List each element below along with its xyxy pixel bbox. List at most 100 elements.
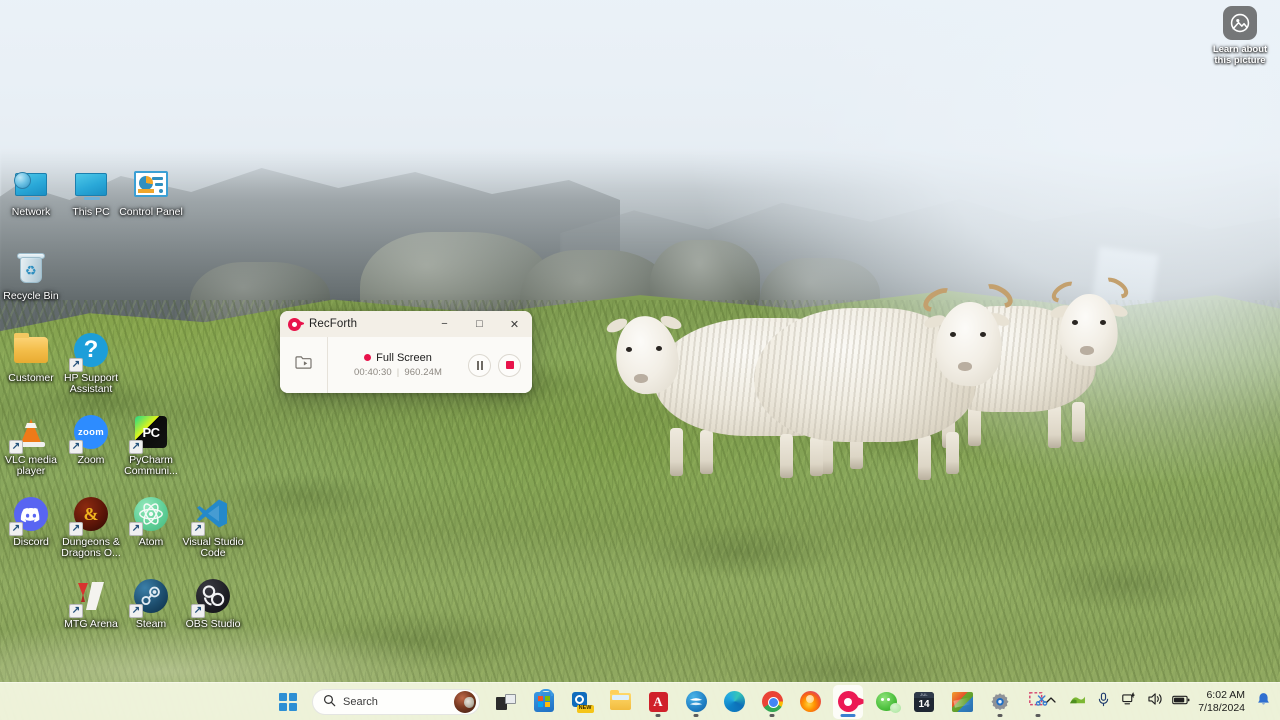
network-tray-icon: [1122, 692, 1137, 711]
discord-icon: [9, 494, 51, 536]
shortcut-arrow-icon: [9, 522, 23, 536]
volume-icon: [1148, 692, 1163, 711]
pycharm-glyph: PC: [142, 424, 160, 440]
recforth-title-bar[interactable]: RecForth − □ ✕: [280, 311, 532, 337]
task-view-icon: [496, 693, 516, 710]
chrome-icon: [761, 691, 783, 712]
active-window-indicator: [840, 714, 856, 717]
desktop-icon-pycharm[interactable]: PC PyCharm Communi...: [112, 412, 190, 477]
search-placeholder: Search: [343, 695, 378, 708]
adobe-acrobat-icon: A: [648, 691, 668, 712]
pause-icon: [476, 360, 483, 370]
volume-tray-button[interactable]: [1142, 687, 1168, 717]
desktop-icon-hp-support-assistant[interactable]: ? HP Support Assistant: [52, 330, 130, 395]
taskbar-item-outlook[interactable]: NEW: [567, 685, 597, 719]
steam-icon: [129, 576, 171, 618]
start-button[interactable]: [270, 685, 306, 719]
maximize-button[interactable]: □: [462, 311, 497, 337]
outlook-new-icon: NEW: [571, 691, 594, 713]
nvidia-tray-button[interactable]: [1064, 687, 1090, 717]
desktop-icon-obs-studio[interactable]: OBS Studio: [174, 576, 252, 630]
picture-info-icon[interactable]: [1223, 6, 1257, 40]
open-recordings-folder-button[interactable]: [280, 337, 328, 393]
stop-icon: [505, 361, 514, 369]
folder-icon: [11, 330, 51, 370]
file-size: 960.24M: [404, 366, 443, 378]
taskbar-item-task-view[interactable]: [491, 685, 521, 719]
close-button[interactable]: ✕: [497, 311, 532, 337]
calendar-icon: JUL 14: [914, 691, 934, 712]
vscode-icon: [191, 494, 233, 536]
window-controls: − □ ✕: [427, 311, 532, 337]
stop-button[interactable]: [498, 353, 521, 377]
show-hidden-icons-button[interactable]: [1038, 687, 1064, 717]
running-indicator: [769, 714, 775, 717]
windows-start-icon: [279, 692, 297, 711]
dnd-icon: &: [69, 494, 111, 536]
open-folder-icon: [295, 355, 312, 375]
shortcut-arrow-icon: [9, 440, 23, 454]
wallpaper-sheep: [752, 279, 1017, 482]
taskbar-item-adobe-acrobat[interactable]: A: [643, 685, 673, 719]
battery-icon: [1172, 693, 1190, 711]
running-indicator: [693, 714, 699, 717]
atom-icon: [129, 494, 171, 536]
network-tray-button[interactable]: [1116, 687, 1142, 717]
blue-app-icon: [685, 691, 707, 712]
taskbar-center-group: Search NEW A JUL 14: [270, 684, 1056, 719]
minimize-button[interactable]: −: [427, 311, 462, 337]
clock-date: 7/18/2024: [1198, 701, 1245, 714]
desktop-icon-label: Recycle Bin: [3, 290, 59, 302]
firefox-icon: [799, 691, 821, 712]
learn-picture-line1: Learn about: [1212, 44, 1268, 55]
taskbar-item-blue-app[interactable]: [681, 685, 711, 719]
taskbar-item-color-app[interactable]: [947, 685, 977, 719]
settings-gear-icon: [990, 691, 1011, 712]
recording-stats: 00:40:30 | 960.24M: [354, 367, 442, 378]
shortcut-arrow-icon: [69, 358, 83, 372]
taskbar-item-settings[interactable]: [985, 685, 1015, 719]
recforth-window[interactable]: RecForth − □ ✕ Full Screen 00:40:30 | 96…: [280, 311, 532, 393]
desktop-icon-control-panel[interactable]: Control Panel: [112, 164, 190, 218]
taskbar-item-recforth[interactable]: [833, 684, 864, 719]
learn-picture-line2: this picture: [1214, 55, 1266, 66]
notification-center-button[interactable]: [1252, 692, 1274, 711]
recording-mode: Full Screen: [364, 352, 432, 364]
recording-indicator-dot: [364, 354, 372, 361]
edge-icon: [723, 691, 745, 712]
taskbar-item-wechat[interactable]: [871, 685, 901, 719]
microphone-icon: [1097, 692, 1110, 712]
network-icon: [11, 164, 51, 204]
taskbar-item-microsoft-store[interactable]: [529, 685, 559, 719]
taskbar-clock[interactable]: 6:02 AM 7/18/2024: [1194, 689, 1252, 715]
taskbar-item-edge[interactable]: [719, 685, 749, 719]
running-indicator: [997, 714, 1003, 717]
taskbar-item-calendar[interactable]: JUL 14: [909, 685, 939, 719]
shortcut-arrow-icon: [129, 440, 143, 454]
elapsed-time: 00:40:30: [353, 366, 392, 378]
battery-tray-button[interactable]: [1168, 687, 1194, 717]
taskbar-item-file-explorer[interactable]: [605, 685, 635, 719]
vlc-icon: [9, 412, 51, 454]
nvidia-icon: [1069, 692, 1086, 711]
stats-separator: |: [396, 366, 400, 378]
search-input[interactable]: Search: [312, 688, 480, 715]
desktop-icon-visual-studio-code[interactable]: Visual Studio Code: [174, 494, 252, 559]
taskbar-item-firefox[interactable]: [795, 685, 825, 719]
pause-button[interactable]: [468, 353, 491, 377]
shortcut-arrow-icon: [129, 604, 143, 618]
pycharm-icon: PC: [129, 412, 171, 454]
taskbar[interactable]: Search NEW A JUL 14 6:02 AM 7/18/2024: [0, 682, 1280, 720]
system-tray: 6:02 AM 7/18/2024: [1038, 683, 1280, 720]
clock-time: 6:02 AM: [1206, 688, 1245, 701]
desktop-icon-label: HP Support Assistant: [63, 372, 119, 395]
obs-studio-icon: [191, 576, 233, 618]
microphone-tray-button[interactable]: [1090, 687, 1116, 717]
taskbar-item-chrome[interactable]: [757, 685, 787, 719]
user-avatar-icon[interactable]: [454, 690, 476, 713]
learn-about-this-picture[interactable]: Learn about this picture: [1206, 6, 1274, 66]
desktop[interactable]: Learn about this picture Network This PC: [0, 0, 1280, 720]
running-indicator: [655, 714, 661, 717]
shortcut-arrow-icon: [69, 440, 83, 454]
desktop-icon-recycle-bin[interactable]: ♻ Recycle Bin: [0, 248, 70, 302]
